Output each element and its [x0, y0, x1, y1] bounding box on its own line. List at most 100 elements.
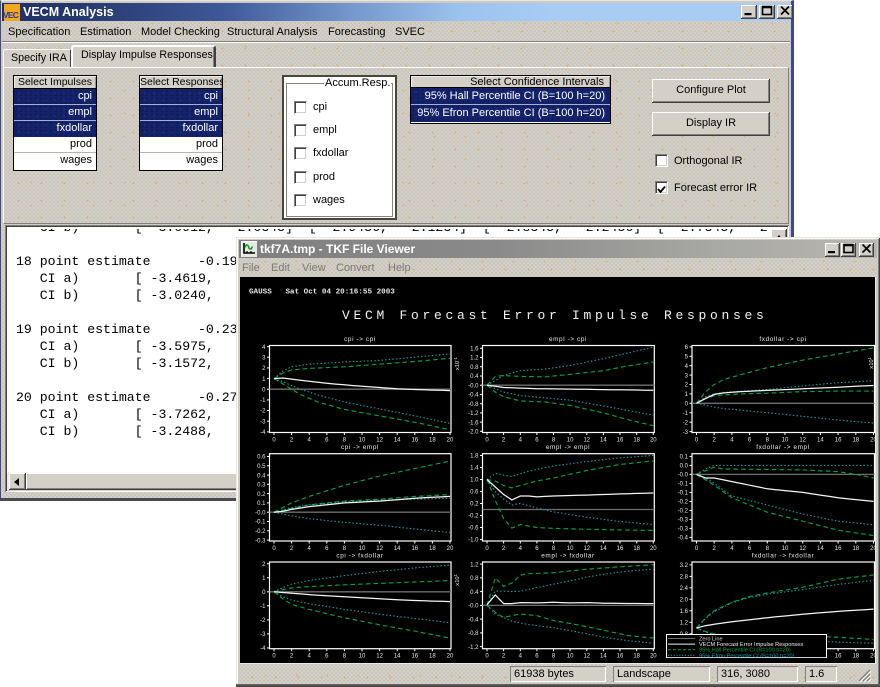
- svg-text:4: 4: [519, 546, 523, 552]
- svg-text:0.4: 0.4: [257, 473, 266, 479]
- svg-text:4: 4: [730, 438, 734, 444]
- svg-text:x10-1: x10-1: [453, 356, 461, 370]
- svg-text:14: 14: [600, 438, 607, 444]
- svg-text:-0.2: -0.2: [678, 509, 689, 515]
- svg-text:-0.8: -0.8: [468, 402, 479, 408]
- svg-text:1: 1: [685, 392, 689, 398]
- svg-text:14: 14: [394, 438, 401, 444]
- svg-text:cpi -> empl: cpi -> empl: [341, 444, 379, 451]
- svg-text:20: 20: [870, 546, 875, 552]
- svg-text:-1: -1: [260, 604, 266, 610]
- svg-text:18: 18: [429, 546, 436, 552]
- svg-text:10: 10: [359, 546, 366, 552]
- svg-text:10: 10: [359, 438, 366, 444]
- svg-text:-3: -3: [260, 419, 266, 425]
- svg-text:6: 6: [325, 438, 329, 444]
- svg-text:2: 2: [262, 562, 266, 568]
- svg-text:0.2: 0.2: [257, 492, 266, 498]
- svg-text:-4: -4: [260, 430, 266, 436]
- svg-text:-4: -4: [260, 646, 266, 652]
- svg-text:2.4: 2.4: [680, 586, 689, 592]
- svg-text:-0.0: -0.0: [468, 604, 479, 610]
- svg-text:0: 0: [485, 654, 489, 658]
- svg-text:0: 0: [272, 438, 276, 444]
- svg-text:4: 4: [308, 654, 312, 658]
- svg-text:16: 16: [617, 546, 624, 552]
- svg-text:2: 2: [290, 438, 294, 444]
- svg-text:fxdollar -> fxdollar: fxdollar -> fxdollar: [752, 553, 815, 560]
- svg-text:fxdollar -> cpi: fxdollar -> cpi: [759, 336, 806, 343]
- svg-text:1.6: 1.6: [680, 609, 689, 615]
- svg-text:-1.0: -1.0: [468, 538, 479, 544]
- svg-text:6: 6: [535, 654, 539, 658]
- svg-text:0.6: 0.6: [470, 490, 479, 496]
- svg-text:1.2: 1.2: [680, 621, 689, 627]
- svg-text:12: 12: [376, 654, 383, 658]
- svg-text:0: 0: [262, 387, 266, 393]
- svg-text:-0.4: -0.4: [678, 536, 689, 542]
- svg-text:8: 8: [766, 546, 770, 552]
- svg-text:3: 3: [685, 373, 689, 379]
- svg-text:6: 6: [325, 546, 329, 552]
- svg-text:-0.6: -0.6: [468, 526, 479, 532]
- svg-text:0.8: 0.8: [470, 576, 479, 582]
- svg-text:0.4: 0.4: [470, 374, 479, 380]
- svg-text:-2.0: -2.0: [468, 430, 479, 436]
- svg-text:0.2: 0.2: [470, 502, 479, 508]
- svg-text:3: 3: [262, 355, 266, 361]
- svg-text:4: 4: [519, 438, 523, 444]
- svg-text:1.2: 1.2: [470, 356, 479, 362]
- svg-text:2: 2: [290, 654, 294, 658]
- svg-text:14: 14: [817, 546, 824, 552]
- svg-text:0.0: 0.0: [680, 464, 689, 470]
- svg-text:0: 0: [272, 654, 276, 658]
- svg-text:2: 2: [713, 438, 717, 444]
- svg-text:1.4: 1.4: [470, 466, 479, 472]
- svg-text:0.1: 0.1: [257, 501, 266, 507]
- svg-text:20: 20: [870, 438, 875, 444]
- svg-text:95% Efron Percentile CI (B=100: 95% Efron Percentile CI (B=100 h=20): [699, 653, 795, 658]
- svg-text:12: 12: [376, 438, 383, 444]
- svg-text:16: 16: [617, 654, 624, 658]
- svg-text:1.6: 1.6: [470, 347, 479, 353]
- svg-text:0.1: 0.1: [680, 455, 689, 461]
- svg-text:20: 20: [870, 654, 875, 658]
- svg-text:x101: x101: [867, 356, 875, 368]
- svg-text:0: 0: [695, 546, 699, 552]
- svg-text:-0.1: -0.1: [678, 491, 689, 497]
- svg-text:cpi -> fxdollar: cpi -> fxdollar: [336, 553, 383, 560]
- svg-text:10: 10: [567, 546, 574, 552]
- svg-text:-2: -2: [260, 409, 266, 415]
- svg-text:0: 0: [272, 546, 276, 552]
- svg-text:-0.1: -0.1: [678, 482, 689, 488]
- svg-text:10: 10: [782, 438, 789, 444]
- svg-text:10: 10: [567, 438, 574, 444]
- svg-text:16: 16: [835, 546, 842, 552]
- svg-text:2: 2: [502, 438, 506, 444]
- svg-text:GAUSS Sat Oct 04 20:16:55 20: GAUSS Sat Oct 04 20:16:55 2003: [249, 289, 395, 297]
- svg-text:5: 5: [685, 355, 689, 361]
- svg-text:20: 20: [447, 654, 454, 658]
- svg-text:1.8: 1.8: [470, 454, 479, 460]
- svg-text:10: 10: [359, 654, 366, 658]
- svg-text:20: 20: [650, 438, 657, 444]
- svg-text:2: 2: [262, 366, 266, 372]
- svg-text:0: 0: [262, 590, 266, 596]
- svg-text:2: 2: [290, 546, 294, 552]
- svg-text:0.6: 0.6: [257, 455, 266, 461]
- svg-text:-3: -3: [683, 430, 689, 436]
- svg-text:-0.8: -0.8: [468, 631, 479, 637]
- svg-text:6: 6: [535, 546, 539, 552]
- svg-text:10: 10: [567, 654, 574, 658]
- svg-text:18: 18: [633, 546, 640, 552]
- svg-text:12: 12: [376, 546, 383, 552]
- svg-text:10: 10: [782, 546, 789, 552]
- svg-text:6: 6: [535, 438, 539, 444]
- svg-text:12: 12: [583, 546, 590, 552]
- svg-text:18: 18: [852, 654, 859, 658]
- svg-text:2.0: 2.0: [680, 598, 689, 604]
- svg-text:-0.2: -0.2: [678, 500, 689, 506]
- svg-text:2: 2: [502, 546, 506, 552]
- svg-text:12: 12: [799, 438, 806, 444]
- svg-text:-1.2: -1.2: [468, 411, 479, 417]
